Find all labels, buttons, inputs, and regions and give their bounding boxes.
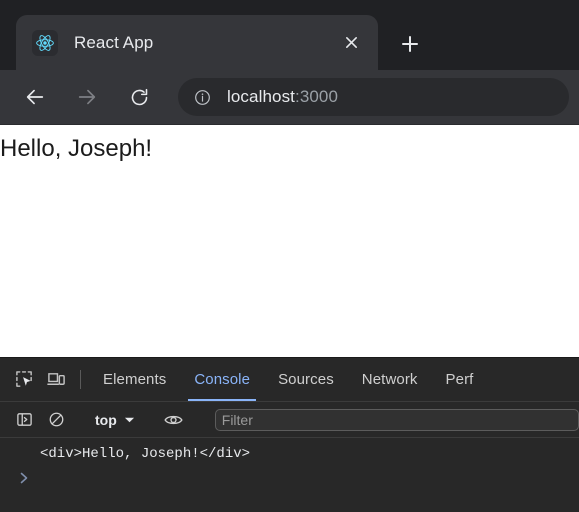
react-logo-icon xyxy=(32,29,58,56)
browser-window: React App localhost:3000 Hello, Joseph! … xyxy=(0,0,579,512)
devtools-tab-console[interactable]: Console xyxy=(180,358,264,401)
console-context-selector[interactable]: top xyxy=(89,412,141,428)
page-heading: Hello, Joseph! xyxy=(0,135,153,162)
devtools-tab-network[interactable]: Network xyxy=(348,358,432,401)
page-viewport: Hello, Joseph! xyxy=(0,124,579,357)
url-port: :3000 xyxy=(295,87,339,106)
console-sidebar-button[interactable] xyxy=(8,411,40,428)
console-context-label: top xyxy=(95,411,117,428)
console-prompt-row[interactable] xyxy=(0,462,579,486)
live-expression-button[interactable] xyxy=(158,412,190,428)
new-tab-button[interactable] xyxy=(388,22,432,66)
console-output-area[interactable]: <div>Hello, Joseph!</div> xyxy=(0,438,579,512)
arrow-right-icon xyxy=(76,86,98,108)
live-expression-eye-icon xyxy=(164,412,183,428)
device-toggle-icon xyxy=(46,370,66,389)
console-filter-input[interactable]: Filter xyxy=(214,408,579,431)
clear-console-icon xyxy=(48,411,65,428)
devtools-panel: Elements Console Sources Network Perf to… xyxy=(0,357,579,512)
address-bar-url: localhost:3000 xyxy=(227,87,338,107)
browser-toolbar: localhost:3000 xyxy=(0,70,579,124)
reload-button[interactable] xyxy=(122,80,156,114)
tab-strip: React App xyxy=(0,0,579,70)
clear-console-button[interactable] xyxy=(40,411,72,428)
console-message-row: <div>Hello, Joseph!</div> xyxy=(0,438,579,462)
inspect-element-icon xyxy=(15,370,34,389)
tab-title: React App xyxy=(74,32,154,52)
plus-icon xyxy=(401,35,419,53)
address-bar[interactable]: localhost:3000 xyxy=(178,78,569,116)
console-message-text: <div>Hello, Joseph!</div> xyxy=(40,446,251,462)
close-icon[interactable] xyxy=(338,30,364,56)
inspect-element-button[interactable] xyxy=(8,358,40,401)
devtools-tab-sources[interactable]: Sources xyxy=(264,358,348,401)
devtools-tab-elements[interactable]: Elements xyxy=(89,358,180,401)
forward-button xyxy=(70,80,104,114)
reload-icon xyxy=(129,87,150,108)
back-button[interactable] xyxy=(18,80,52,114)
info-circle-icon[interactable] xyxy=(194,89,211,106)
toolbar-divider xyxy=(80,370,81,389)
url-host: localhost xyxy=(227,87,295,106)
console-prompt-input[interactable] xyxy=(30,470,579,486)
chevron-right-icon xyxy=(18,471,30,485)
chevron-down-icon xyxy=(124,416,135,424)
browser-tab-react-app[interactable]: React App xyxy=(16,15,378,70)
arrow-left-icon xyxy=(24,86,46,108)
console-filter-placeholder: Filter xyxy=(221,411,253,428)
device-toolbar-button[interactable] xyxy=(40,358,72,401)
console-toolbar: top Filter xyxy=(0,402,579,438)
devtools-tabbar: Elements Console Sources Network Perf xyxy=(0,358,579,402)
console-sidebar-icon xyxy=(16,411,33,428)
devtools-tab-performance[interactable]: Perf xyxy=(432,358,488,401)
